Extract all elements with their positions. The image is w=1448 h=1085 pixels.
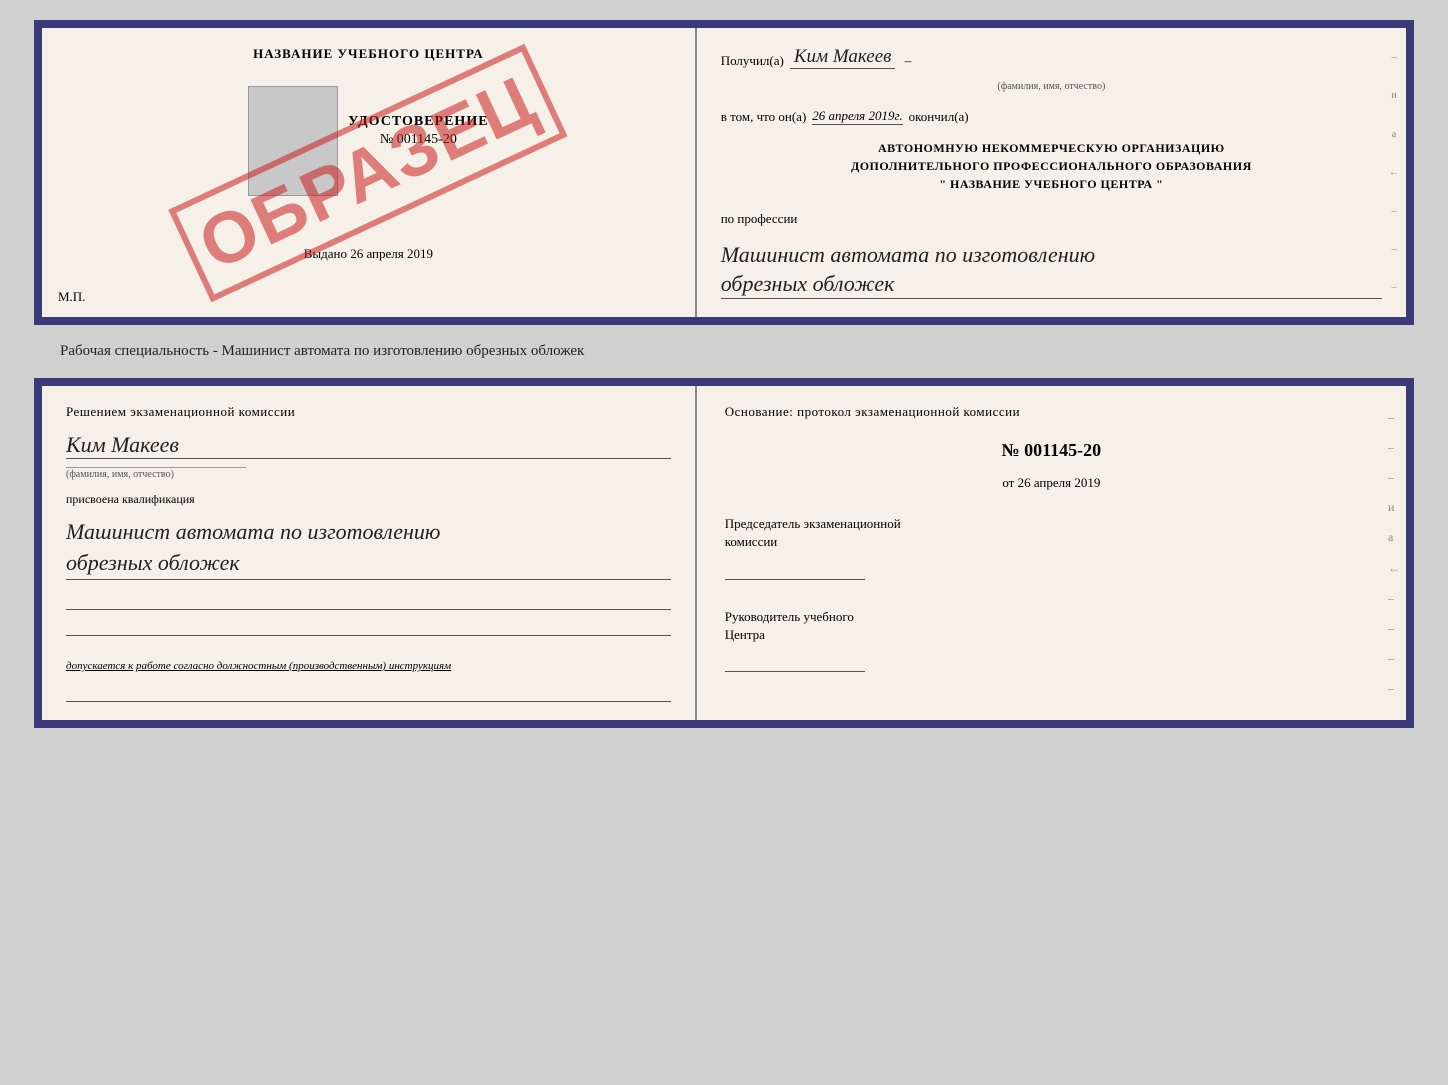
vtom-label: в том, что он(а)	[721, 109, 807, 125]
rukovoditel-sign-line	[725, 652, 865, 672]
protocol-number: № 001145-20	[725, 440, 1378, 461]
fio-subtitle-top: (фамилия, имя, отчество)	[721, 81, 1382, 92]
ot-date: от 26 апреля 2019	[725, 475, 1378, 491]
predsedatel-sign-line	[725, 560, 865, 580]
dopuskaetsya: допускается к работе согласно должностны…	[66, 660, 671, 672]
okonchil-label: окончил(а)	[909, 109, 969, 125]
bottom-fio-subtitle: (фамилия, имя, отчество)	[66, 467, 246, 480]
bottom-doc-right: Основание: протокол экзаменационной коми…	[697, 386, 1406, 720]
poluchil-label: Получил(а)	[721, 53, 784, 69]
mp-label: М.П.	[58, 289, 85, 305]
org-block: АВТОНОМНУЮ НЕКОММЕРЧЕСКУЮ ОРГАНИЗАЦИЮ ДО…	[721, 139, 1382, 193]
top-doc-right: Получил(а) Ким Макеев – (фамилия, имя, о…	[697, 28, 1406, 317]
bottom-document: Решением экзаменационной комиссии Ким Ма…	[34, 378, 1414, 728]
bottom-name-handwritten: Ким Макеев	[66, 432, 671, 459]
rukovoditel-title: Руководитель учебного Центра	[725, 608, 1378, 644]
bottom-sidebar-dashes: – – – и а ← – – – –	[1388, 386, 1400, 720]
udostoverenie-label: УДОСТОВЕРЕНИЕ	[348, 114, 488, 130]
prisvoena-kval: присвоена квалификация	[66, 492, 671, 507]
school-name-top: НАЗВАНИЕ УЧЕБНОГО ЦЕНТРА	[253, 46, 484, 62]
photo-placeholder	[248, 86, 338, 196]
predsedatel-title: Председатель экзаменационной комиссии	[725, 515, 1378, 551]
rukovoditel-block: Руководитель учебного Центра	[725, 608, 1378, 672]
predsedatel-block: Председатель экзаменационной комиссии	[725, 515, 1378, 579]
top-document: НАЗВАНИЕ УЧЕБНОГО ЦЕНТРА УДОСТОВЕРЕНИЕ №…	[34, 20, 1414, 325]
vydano-label: Выдано 26 апреля 2019	[304, 246, 433, 262]
resheniem-title: Решением экзаменационной комиссии	[66, 404, 671, 420]
bottom-doc-left: Решением экзаменационной комиссии Ким Ма…	[42, 386, 697, 720]
dash: –	[901, 53, 911, 69]
poluchil-name: Ким Макеев	[790, 46, 896, 69]
poluchil-row: Получил(а) Ким Макеев –	[721, 46, 1382, 69]
caption-text: Рабочая специальность - Машинист автомат…	[20, 343, 584, 360]
top-doc-left: НАЗВАНИЕ УЧЕБНОГО ЦЕНТРА УДОСТОВЕРЕНИЕ №…	[42, 28, 697, 317]
top-sidebar-marks: – и а ← – – –	[1386, 28, 1402, 317]
vtom-date: 26 апреля 2019г.	[812, 108, 902, 125]
po-professii: по профессии	[721, 211, 1382, 227]
qualification-handwritten: Машинист автомата по изготовлению обрезн…	[66, 517, 671, 580]
osnovanie-title: Основание: протокол экзаменационной коми…	[725, 404, 1378, 420]
udostoverenie-number: № 001145-20	[380, 132, 457, 148]
signature-lines	[66, 596, 671, 636]
vtom-row: в том, что он(а) 26 апреля 2019г. окончи…	[721, 108, 1382, 125]
profession-handwritten: Машинист автомата по изготовлению обрезн…	[721, 241, 1382, 299]
